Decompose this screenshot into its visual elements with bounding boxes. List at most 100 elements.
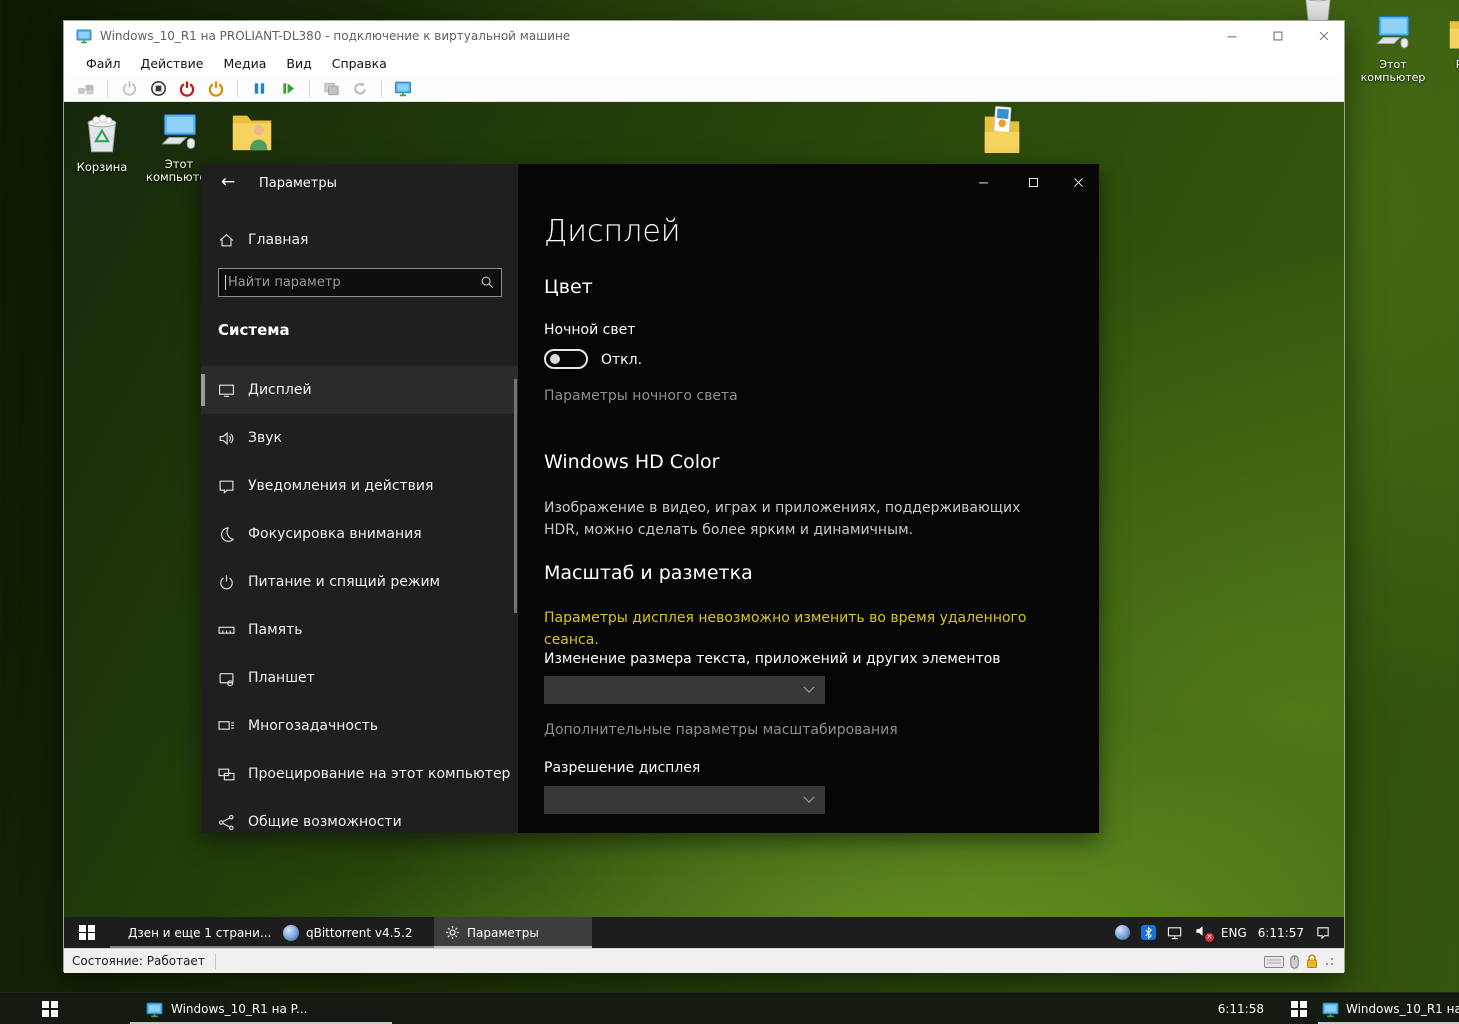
display-icon [218,382,235,399]
revert-icon [352,81,368,97]
this-pc-icon [1371,12,1415,54]
projecting-icon [218,766,235,783]
sidebar-scrollbar[interactable] [514,379,517,613]
home-icon [218,232,235,249]
guest-start-button[interactable] [64,917,110,948]
shutdown-vm-button[interactable] [175,78,199,100]
guest-task-settings[interactable]: Параметры [434,917,592,948]
night-light-settings-link[interactable]: Параметры ночного света [544,388,738,404]
revert-button[interactable] [348,78,372,100]
task-underline [434,946,592,948]
folder-icon [1446,14,1459,54]
vm-window-title: Windows_10_R1 на PROLIANT-DL380 - подклю… [100,29,570,43]
host-folder-rom-icon[interactable]: Rom [1438,14,1459,71]
recycle-bin-icon [79,110,125,157]
settings-content: Дисплей Цвет Ночной свет Откл. Параметры… [518,164,1099,833]
power-start-icon [121,80,138,97]
windows-logo-icon [1291,1001,1307,1017]
guest-pictures-folder-icon[interactable] [969,105,1035,158]
tablet-icon [218,670,235,687]
back-button[interactable]: ← [216,172,240,194]
sidebar-item-sound[interactable]: Звук [201,414,518,462]
start-vm-button[interactable] [117,78,141,100]
guest-user-folder-icon[interactable] [219,108,285,157]
lock-icon [1305,954,1319,969]
reset-vm-button[interactable] [276,78,300,100]
scale-dropdown[interactable] [544,676,825,704]
host-this-pc-icon[interactable]: Этот компьютер [1360,12,1426,84]
menu-media[interactable]: Медиа [213,56,276,71]
sidebar-item-projecting[interactable]: Проецирование на этот компьютер [201,750,518,798]
save-vm-button[interactable] [204,78,228,100]
menu-file[interactable]: Файл [76,56,131,71]
resize-grip[interactable] [1325,957,1334,966]
guest-this-pc-label-line1: Этот [165,157,193,171]
sidebar-item-notifications[interactable]: Уведомления и действия [201,462,518,510]
tray-qbittorrent-icon[interactable] [1115,925,1130,940]
turn-off-vm-button[interactable] [146,78,170,100]
sidebar-item-shared-experiences[interactable]: Общие возможности [201,798,518,833]
sidebar-item-home[interactable]: Главная [201,224,518,256]
resolution-label: Разрешение дисплея [544,760,700,776]
host-folder-rom-label: Rom [1438,58,1459,71]
guest-task-qbittorrent[interactable]: qBittorrent v4.5.2 [272,917,434,948]
page-title: Дисплей [544,214,681,249]
host-task-vmconnect[interactable]: Windows_10_R1 на P... [130,993,392,1024]
advanced-scaling-link[interactable]: Дополнительные параметры масштабирования [544,722,898,738]
volume-muted-icon[interactable]: ✕ [1195,924,1210,941]
sound-icon [218,430,235,447]
sidebar-item-focus-assist[interactable]: Фокусировка внимания [201,510,518,558]
checkpoint-icon [323,81,340,97]
settings-search-box[interactable] [218,268,502,297]
toolbar-separator [107,80,108,98]
host-start-button[interactable] [30,993,70,1024]
reset-icon [281,81,296,96]
sidebar-item-power-sleep[interactable]: Питание и спящий режим [201,558,518,606]
guest-clock[interactable]: 6:11:57 [1258,926,1304,940]
night-light-toggle[interactable] [544,349,588,369]
pause-vm-button[interactable] [247,78,271,100]
settings-minimize-button[interactable] [968,170,998,194]
vm-menubar: Файл Действие Медиа Вид Справка [64,51,1344,76]
guest-task-edge[interactable]: Дзен и еще 1 страни... [110,917,272,948]
resolution-dropdown[interactable] [544,786,825,814]
selection-accent-bar [201,374,205,406]
host-clock[interactable]: 6:11:58 [1192,1002,1264,1016]
sidebar-item-storage[interactable]: Память [201,606,518,654]
power-shutdown-icon [178,80,196,98]
host-task-vmconnect-monitor2[interactable]: Windows_10_R1 на P. [1318,993,1459,1024]
host-this-pc-label-line2: компьютер [1361,71,1426,84]
menu-view[interactable]: Вид [276,56,321,71]
windows-logo-icon [79,925,95,941]
vm-minimize-button[interactable] [1221,26,1243,46]
toolbar-separator [237,80,238,98]
sidebar-item-multitasking[interactable]: Многозадачность [201,702,518,750]
toggle-knob [550,354,560,364]
vm-close-button[interactable] [1313,26,1335,46]
action-center-icon[interactable] [1315,925,1331,940]
enhanced-session-button[interactable] [391,78,415,100]
remote-session-warning: Параметры дисплея невозможно изменить во… [544,607,1026,651]
menu-help[interactable]: Справка [322,56,397,71]
vm-toolbar [64,76,1344,102]
checkpoint-button[interactable] [319,78,343,100]
desktop-root: { "host": { "taskbar": { "task1_label": … [0,0,1459,1024]
settings-maximize-button[interactable] [1018,170,1048,194]
hdr-description: Изображение в видео, играх и приложениях… [544,497,1020,541]
network-icon[interactable] [1167,926,1184,940]
menu-action[interactable]: Действие [131,56,214,71]
host-start-button-monitor2[interactable] [1280,993,1318,1024]
sidebar-item-tablet[interactable]: Планшет [201,654,518,702]
ctrl-alt-del-button[interactable] [74,78,98,100]
guest-system-tray: ✕ ENG 6:11:57 [1115,917,1344,948]
search-input[interactable] [226,275,480,290]
bluetooth-icon[interactable] [1141,925,1156,940]
language-indicator[interactable]: ENG [1221,926,1247,940]
settings-close-button[interactable] [1063,170,1093,194]
guest-recycle-bin-icon[interactable]: Корзина [69,110,135,174]
vm-maximize-button[interactable] [1267,26,1289,46]
sidebar-item-display[interactable]: Дисплей [201,366,518,414]
statusbar-icons [1264,949,1334,974]
pictures-folder-icon [979,105,1025,155]
vm-titlebar[interactable]: Windows_10_R1 на PROLIANT-DL380 - подклю… [64,21,1344,51]
